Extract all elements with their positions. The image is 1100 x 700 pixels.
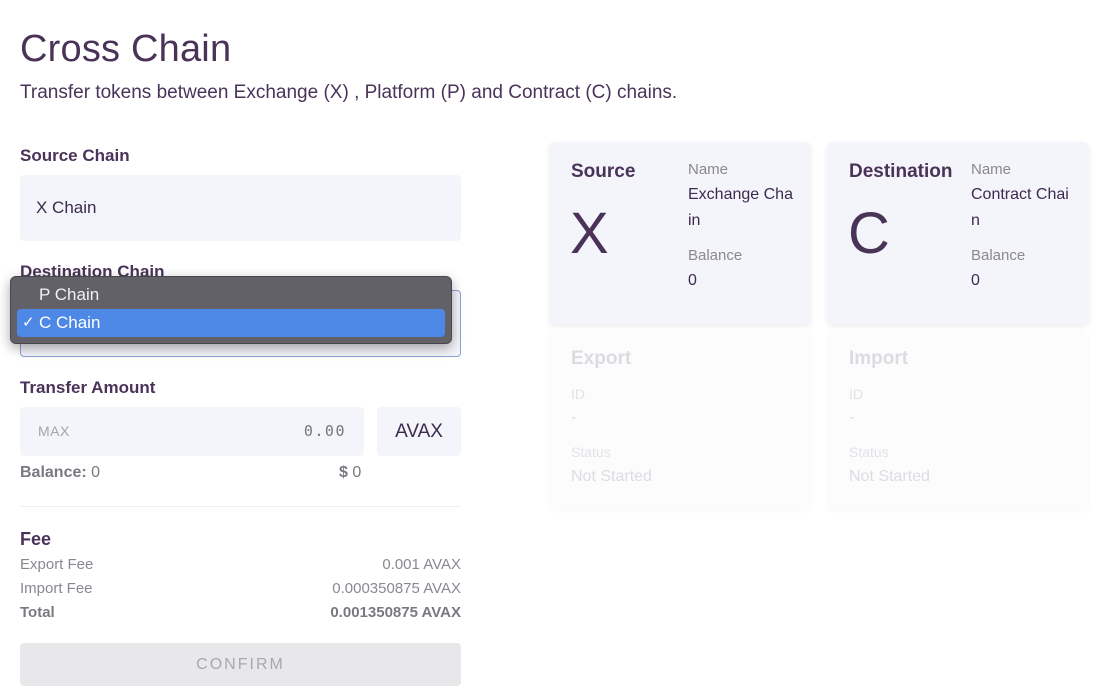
transfer-amount-label: Transfer Amount (20, 378, 156, 397)
fee-label: Import Fee (20, 580, 93, 597)
id-value: - (849, 409, 855, 426)
card-meta: Name Contract Chain Balance 0 (971, 160, 1076, 294)
dropdown-option-p-chain[interactable]: P Chain (17, 281, 445, 309)
usd-value-row: $ 0 (339, 464, 361, 482)
fee-value: 0.000350875 AVAX (332, 580, 461, 597)
fee-label: Total (20, 604, 55, 621)
page-title: Cross Chain (20, 28, 232, 70)
chain-letter: X (570, 201, 609, 266)
amount-input[interactable] (146, 422, 346, 440)
fee-row-export: Export Fee 0.001 AVAX (20, 556, 461, 573)
status-value: Not Started (849, 468, 930, 485)
id-label: ID (571, 386, 585, 402)
card-title: Source (571, 161, 636, 182)
balance-value: 0 (971, 272, 980, 289)
usd-symbol: $ (339, 464, 348, 481)
fee-row-import: Import Fee 0.000350875 AVAX (20, 580, 461, 597)
option-label: C Chain (39, 313, 101, 332)
card-title: Import (849, 348, 909, 369)
destination-chain-card: Destination C Name Contract Chain Balanc… (827, 142, 1089, 325)
id-value: - (571, 409, 577, 426)
confirm-button[interactable]: CONFIRM (20, 643, 461, 686)
balance-row: Balance: 0 (20, 464, 100, 482)
fee-value: 0.001350875 AVAX (330, 604, 461, 621)
option-label: P Chain (39, 285, 100, 304)
balance-label: Balance (971, 247, 1026, 264)
source-chain-label: Source Chain (20, 146, 130, 165)
divider (20, 506, 461, 507)
source-chain-field: X Chain (20, 175, 461, 241)
status-label: Status (849, 444, 889, 460)
fee-title: Fee (20, 529, 52, 549)
card-meta: Name Exchange Chain Balance 0 (688, 160, 793, 294)
id-label: ID (849, 386, 863, 402)
name-value: Contract Chain (971, 186, 1069, 229)
page-subtitle: Transfer tokens between Exchange (X) , P… (20, 82, 678, 103)
max-button[interactable]: MAX (38, 423, 70, 439)
fee-value: 0.001 AVAX (382, 556, 461, 573)
name-value: Exchange Chain (688, 186, 793, 229)
name-label: Name (688, 161, 729, 178)
status-value: Not Started (571, 468, 652, 485)
card-title: Destination (849, 161, 953, 182)
balance-label: Balance: (20, 464, 87, 481)
source-chain-card: Source X Name Exchange Chain Balance 0 (549, 142, 811, 325)
card-title: Export (571, 348, 632, 369)
currency-label: AVAX (377, 407, 461, 456)
status-label: Status (571, 444, 611, 460)
checkmark-icon: ✓ (22, 314, 35, 331)
import-card: Import ID - Status Not Started (827, 332, 1089, 510)
fee-label: Export Fee (20, 556, 94, 573)
balance-label: Balance (688, 247, 743, 264)
dropdown-option-c-chain[interactable]: ✓ C Chain (17, 309, 445, 337)
name-label: Name (971, 161, 1012, 178)
balance-value: 0 (91, 464, 101, 481)
amount-field: MAX (20, 407, 364, 456)
destination-chain-dropdown[interactable]: P Chain ✓ C Chain (10, 276, 452, 344)
usd-value: 0 (352, 464, 362, 481)
chain-letter: C (848, 201, 890, 266)
balance-value: 0 (688, 272, 697, 289)
fee-row-total: Total 0.001350875 AVAX (20, 604, 461, 621)
source-chain-value: X Chain (36, 198, 97, 217)
export-card: Export ID - Status Not Started (549, 332, 811, 510)
